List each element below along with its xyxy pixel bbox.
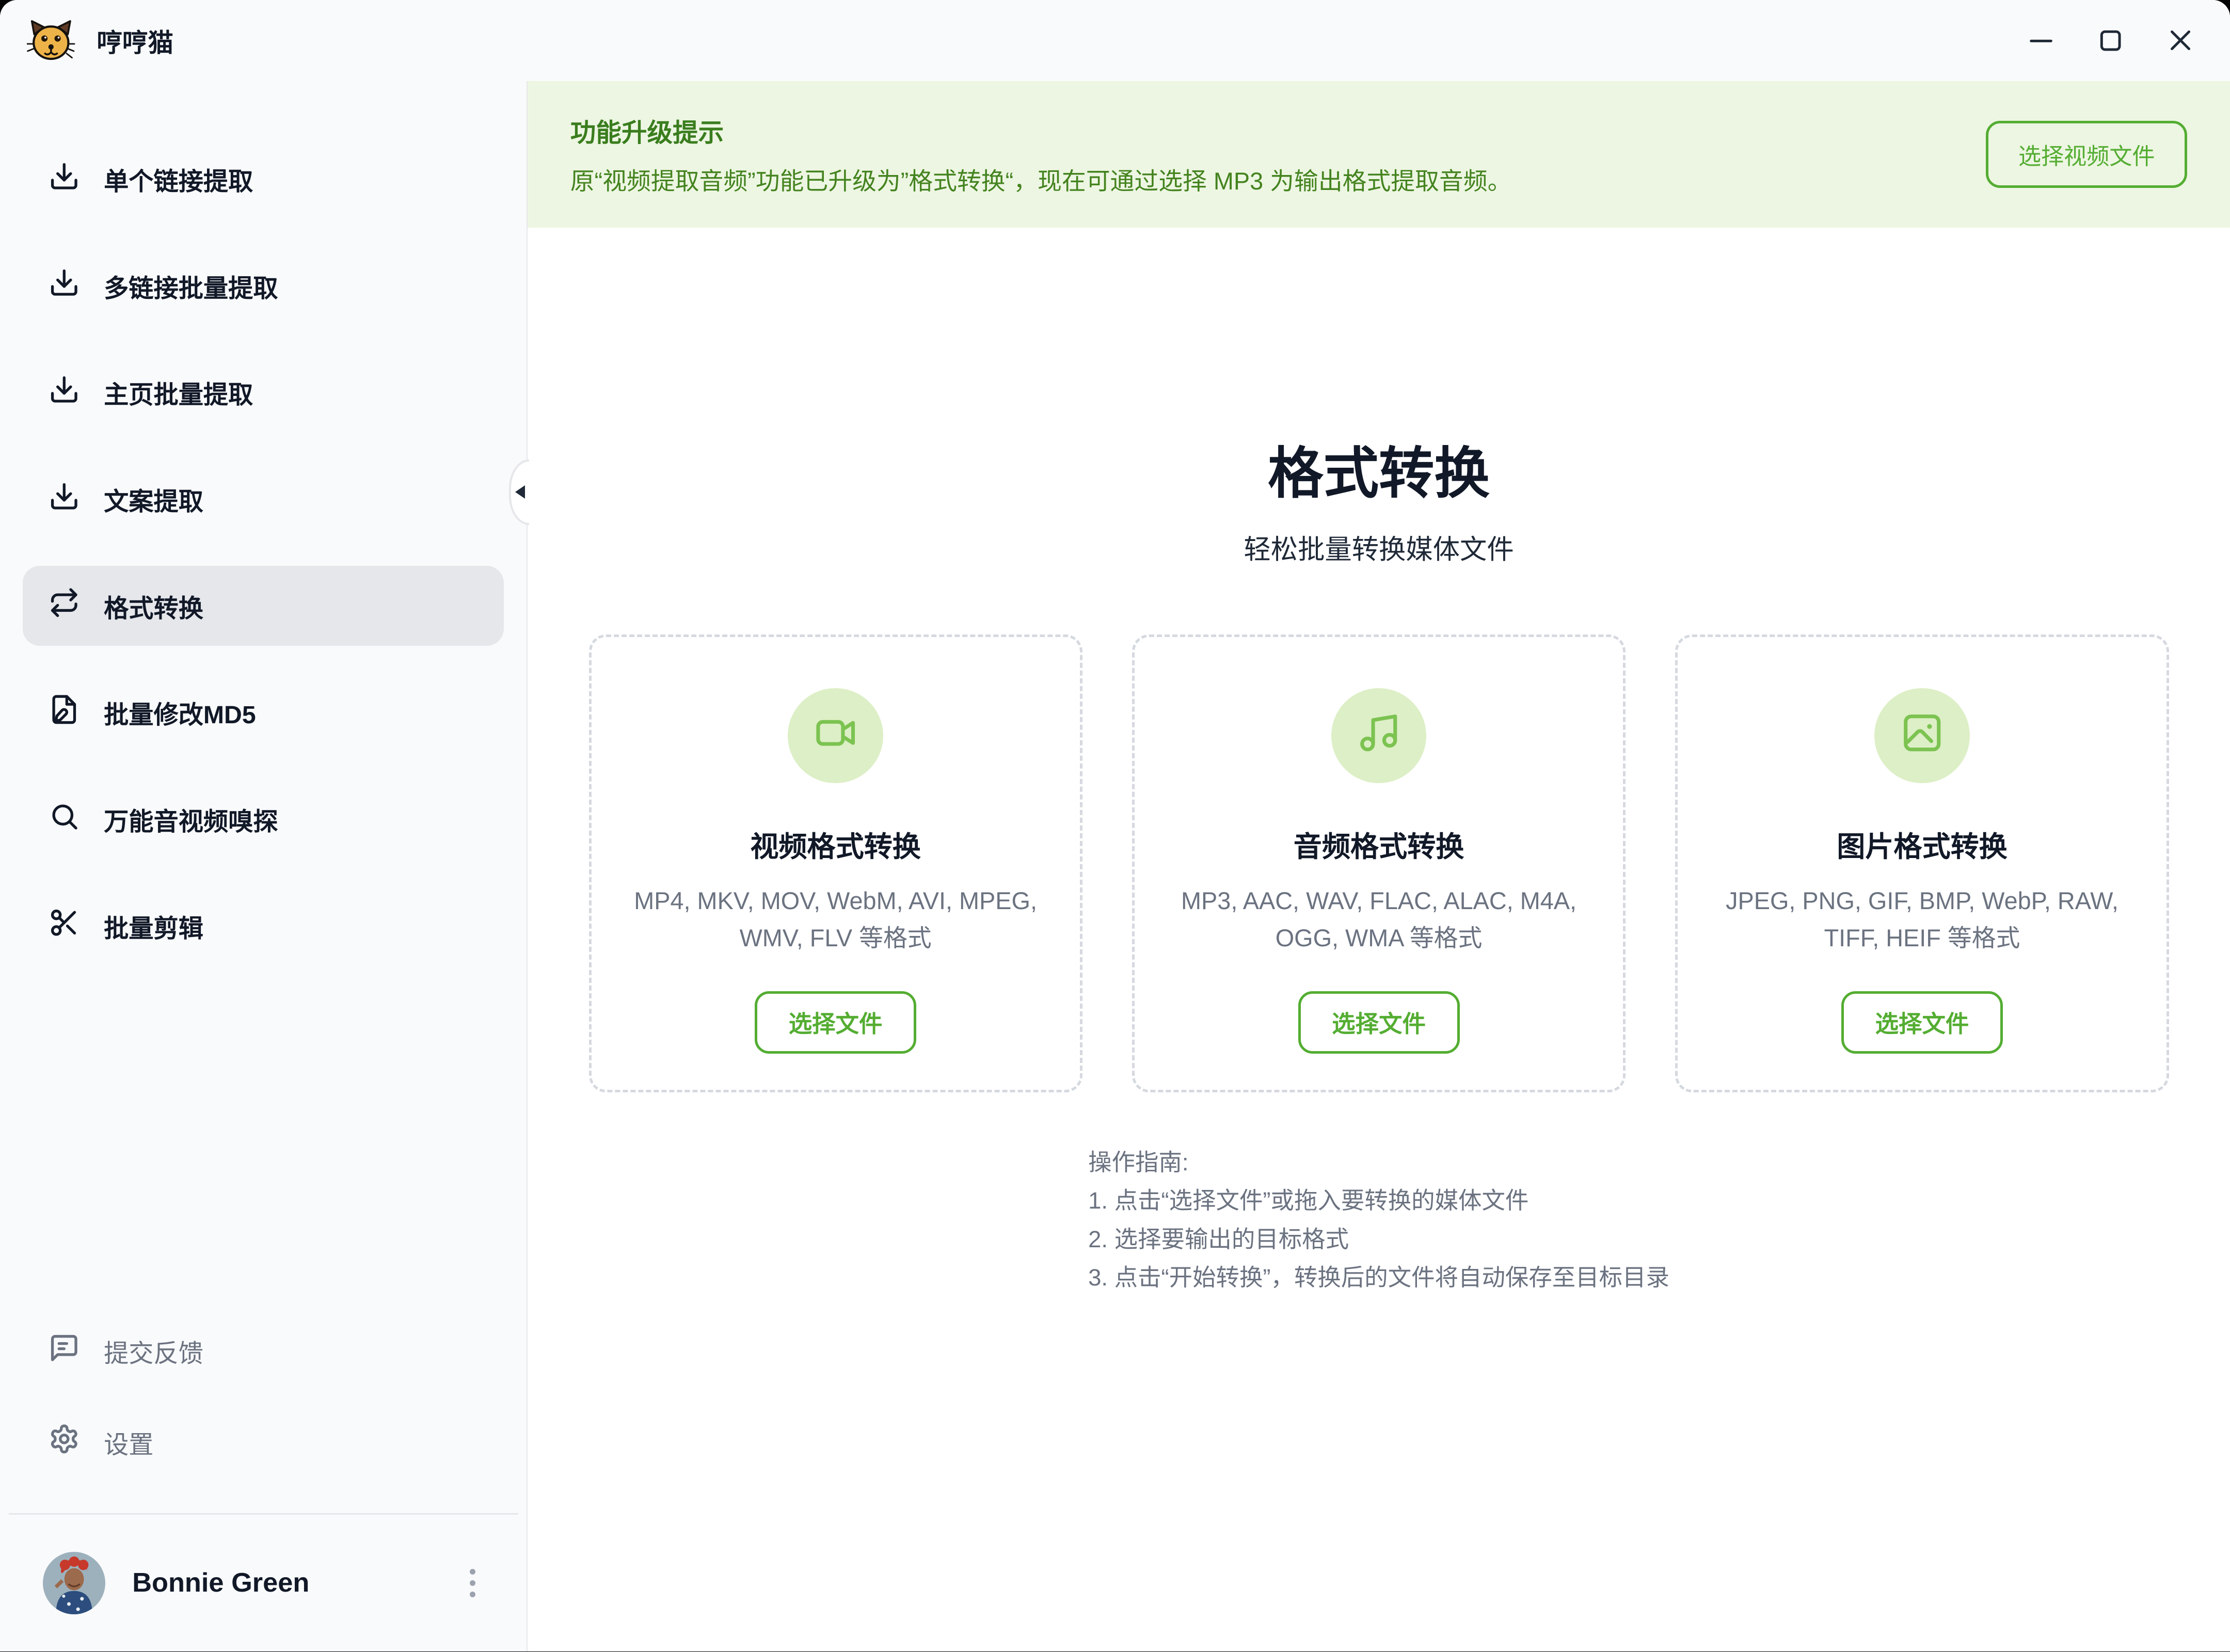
avatar[interactable] (43, 1552, 105, 1614)
banner-texts: 功能升级提示 原“视频提取音频”功能已升级为”格式转换“，现在可通过选择 MP3… (570, 112, 1512, 197)
audio-convert-card: 音频格式转换 MP3, AAC, WAV, FLAC, ALAC, M4A, O… (1132, 634, 1626, 1092)
card-title: 音频格式转换 (1294, 823, 1464, 865)
user-name: Bonnie Green (132, 1567, 309, 1598)
sidebar-item-label: 多链接批量提取 (104, 268, 278, 304)
card-formats: MP3, AAC, WAV, FLAC, ALAC, M4A, OGG, WMA… (1164, 883, 1594, 957)
sidebar-item-batch-clip[interactable]: 批量剪辑 (23, 886, 504, 965)
sidebar-item-single-link-extract[interactable]: 单个链接提取 (23, 139, 504, 219)
sidebar-item-multi-link-batch-extract[interactable]: 多链接批量提取 (23, 246, 504, 326)
download-icon (49, 481, 80, 518)
sidebar-item-label: 万能音视频嗅探 (104, 801, 278, 837)
download-icon (49, 374, 80, 411)
title-bar: 哼哼猫 (0, 0, 2230, 81)
sidebar-item-label: 格式转换 (104, 588, 203, 624)
file-pen-icon (49, 694, 80, 732)
sidebar: 单个链接提取 多链接批量提取 主页批量提取 (0, 81, 528, 1651)
card-formats: MP4, MKV, MOV, WebM, AVI, MPEG, WMV, FLV… (621, 883, 1050, 957)
sidebar-item-label: 批量剪辑 (104, 908, 203, 944)
select-file-button[interactable]: 选择文件 (755, 991, 916, 1054)
kebab-menu-icon[interactable] (461, 1560, 484, 1606)
page-title: 格式转换 (528, 438, 2230, 510)
sidebar-item-label: 设置 (104, 1424, 153, 1460)
card-title: 视频格式转换 (750, 823, 921, 865)
close-icon[interactable] (2168, 28, 2193, 54)
screen: 哼哼猫 单个链接提取 (0, 0, 2230, 1651)
video-camera-icon (814, 711, 857, 760)
sidebar-item-homepage-batch-extract[interactable]: 主页批量提取 (23, 353, 504, 432)
sidebar-item-universal-sniffer[interactable]: 万能音视频嗅探 (23, 780, 504, 859)
page-subtitle: 轻松批量转换媒体文件 (528, 532, 2230, 569)
select-file-button[interactable]: 选择文件 (1298, 991, 1460, 1054)
banner-message: 原“视频提取音频”功能已升级为”格式转换“，现在可通过选择 MP3 为输出格式提… (570, 162, 1512, 197)
chevron-left-icon (515, 485, 525, 499)
banner-title: 功能升级提示 (570, 112, 1512, 149)
sidebar-item-feedback[interactable]: 提交反馈 (23, 1317, 504, 1385)
icon-circle (788, 688, 883, 784)
guide-step: 1. 点击“选择文件”或拖入要转换的媒体文件 (1088, 1182, 1669, 1220)
sidebar-item-label: 主页批量提取 (104, 374, 253, 410)
download-icon (49, 161, 80, 198)
app-title: 哼哼猫 (97, 22, 173, 59)
music-note-icon (1357, 711, 1400, 760)
repeat-icon (49, 587, 80, 625)
sidebar-spacer (23, 993, 504, 1317)
select-file-button[interactable]: 选择文件 (1841, 991, 2003, 1054)
icon-circle (1331, 688, 1427, 784)
sidebar-item-settings[interactable]: 设置 (23, 1408, 504, 1476)
sidebar-item-label: 提交反馈 (104, 1333, 203, 1369)
guide-title: 操作指南: (1088, 1143, 1669, 1182)
content: 格式转换 轻松批量转换媒体文件 视频格式转换 MP4, MKV, MOV, We… (528, 228, 2230, 1651)
scissors-icon (49, 907, 80, 945)
gear-icon (49, 1423, 80, 1461)
image-icon (1900, 711, 1944, 760)
search-icon (49, 801, 80, 838)
card-formats: JPEG, PNG, GIF, BMP, WebP, RAW, TIFF, HE… (1707, 883, 2137, 957)
icon-circle (1874, 688, 1970, 784)
maximize-icon[interactable] (2098, 28, 2124, 54)
guide-step: 2. 选择要输出的目标格式 (1088, 1220, 1669, 1259)
guide-step: 3. 点击“开始转换”，转换后的文件将自动保存至目标目录 (1088, 1259, 1669, 1297)
app-window: 哼哼猫 单个链接提取 (0, 0, 2230, 1651)
converter-cards: 视频格式转换 MP4, MKV, MOV, WebM, AVI, MPEG, W… (528, 634, 2230, 1092)
sidebar-item-label: 文案提取 (104, 481, 203, 517)
sidebar-item-format-convert[interactable]: 格式转换 (23, 566, 504, 645)
download-icon (49, 267, 80, 305)
sidebar-item-label: 单个链接提取 (104, 161, 253, 197)
upgrade-banner: 功能升级提示 原“视频提取音频”功能已升级为”格式转换“，现在可通过选择 MP3… (528, 81, 2230, 228)
sidebar-item-batch-modify-md5[interactable]: 批量修改MD5 (23, 673, 504, 752)
window-controls (2028, 28, 2193, 54)
cat-logo-icon (27, 18, 75, 63)
operation-guide: 操作指南: 1. 点击“选择文件”或拖入要转换的媒体文件 2. 选择要输出的目标… (1088, 1143, 1669, 1297)
message-square-icon (49, 1332, 80, 1370)
sidebar-item-label: 批量修改MD5 (104, 694, 256, 730)
card-title: 图片格式转换 (1837, 823, 2008, 865)
minimize-icon[interactable] (2028, 28, 2054, 54)
app-body: 单个链接提取 多链接批量提取 主页批量提取 (0, 81, 2230, 1651)
video-convert-card: 视频格式转换 MP4, MKV, MOV, WebM, AVI, MPEG, W… (589, 634, 1082, 1092)
main-area: 功能升级提示 原“视频提取音频”功能已升级为”格式转换“，现在可通过选择 MP3… (528, 81, 2230, 1651)
user-profile: Bonnie Green (23, 1515, 504, 1651)
select-video-file-button[interactable]: 选择视频文件 (1986, 121, 2187, 187)
image-convert-card: 图片格式转换 JPEG, PNG, GIF, BMP, WebP, RAW, T… (1675, 634, 2169, 1092)
sidebar-item-copy-extract[interactable]: 文案提取 (23, 459, 504, 539)
